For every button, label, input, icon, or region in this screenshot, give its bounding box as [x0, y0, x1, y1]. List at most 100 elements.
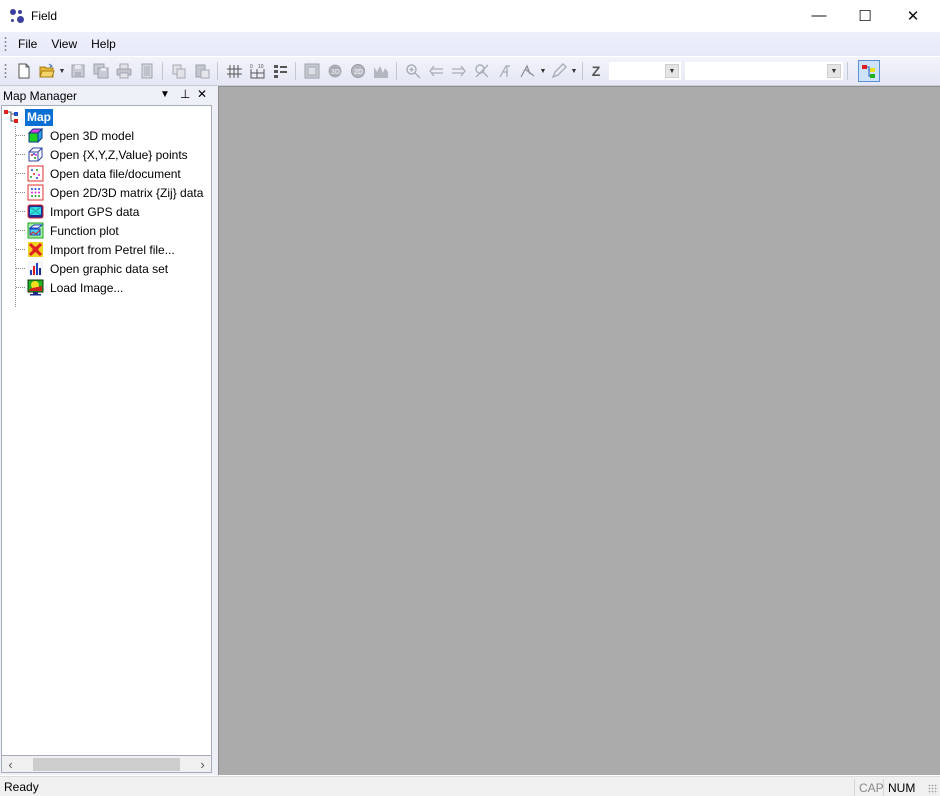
app-logo-icon — [8, 8, 26, 24]
measure-icon — [498, 65, 510, 78]
copy-icon — [172, 64, 185, 79]
paste-icon — [195, 64, 209, 79]
tree-item-load-image[interactable]: Load Image... — [16, 278, 123, 297]
menu-help[interactable]: Help — [85, 37, 124, 51]
horizontal-scrollbar[interactable]: ‹ › — [1, 756, 212, 773]
window-title: Field — [31, 8, 58, 23]
scatter-doc-icon — [27, 165, 44, 182]
tree-item-open-3d-model[interactable]: Open 3D model — [16, 126, 134, 145]
toolbar: ▼ 0 10 3D 2D ▼ ▼ Z ▼ ▼ — [0, 57, 940, 86]
status-text: Ready — [4, 779, 39, 794]
scrollbar-thumb[interactable] — [33, 757, 180, 771]
petrel-icon — [28, 242, 43, 257]
axis-scale-button[interactable]: 0 10 — [246, 60, 268, 82]
maximize-button[interactable]: ☐ — [842, 0, 888, 31]
menu-file[interactable]: File — [12, 37, 45, 51]
frame-button[interactable] — [301, 60, 323, 82]
floppy-stack-icon — [93, 63, 108, 79]
toolbar-separator — [295, 62, 296, 80]
panel-menu-icon[interactable]: ▼ — [160, 89, 170, 100]
globe-2d-icon: 2D — [350, 64, 365, 78]
save-all-button[interactable] — [90, 60, 112, 82]
select-button[interactable] — [517, 60, 539, 82]
minimize-icon: — — [811, 7, 827, 24]
tree-item-import-gps[interactable]: Import GPS data — [16, 202, 139, 221]
toolbar-separator — [582, 62, 583, 80]
chevron-down-icon[interactable]: ▼ — [665, 64, 679, 78]
z-value-combo[interactable]: ▼ — [609, 62, 681, 80]
zoom-button[interactable] — [402, 60, 424, 82]
toolbar-separator — [847, 62, 848, 80]
svg-text:3D: 3D — [331, 69, 340, 76]
draw-dropdown-arrow[interactable]: ▼ — [570, 68, 578, 75]
gps-icon — [27, 204, 44, 219]
minimize-button[interactable]: — — [796, 0, 842, 31]
tree-root-map[interactable]: Map — [4, 108, 53, 126]
z-label: Z — [591, 63, 601, 79]
toolbar-separator — [162, 62, 163, 80]
scroll-left-icon[interactable]: ‹ — [2, 757, 19, 772]
view-2d-button[interactable]: 2D — [347, 60, 369, 82]
map-manager-toggle-button[interactable] — [858, 60, 880, 82]
menubar-grip[interactable] — [4, 36, 7, 52]
tree-root-label: Map — [25, 108, 53, 126]
menu-view[interactable]: View — [45, 37, 85, 51]
print-button[interactable] — [113, 60, 135, 82]
zoom-icon — [405, 64, 421, 79]
panel-header: Map Manager ▼ ⊥ ✕ — [0, 86, 214, 105]
select-dropdown-arrow[interactable]: ▼ — [539, 68, 547, 75]
measure-button[interactable] — [494, 60, 516, 82]
open-button[interactable] — [36, 60, 58, 82]
resize-grip[interactable] — [928, 784, 938, 794]
tree-hierarchy-icon — [4, 110, 18, 123]
tree-item-import-petrel[interactable]: Import from Petrel file... — [16, 240, 175, 259]
draw-button[interactable] — [548, 60, 570, 82]
paste-button[interactable] — [191, 60, 213, 82]
num-indicator: NUM — [883, 779, 919, 796]
map-tree: Map Open 3D model Open {X,Y,Z,Value} poi… — [1, 105, 212, 756]
globe-3d-icon: 3D — [328, 64, 341, 78]
new-doc-icon — [18, 63, 29, 79]
close-icon: ✕ — [906, 7, 920, 25]
map-manager-panel: Map Manager ▼ ⊥ ✕ Map Open 3D model Open… — [0, 86, 214, 775]
tree-item-open-xyz-points[interactable]: Open {X,Y,Z,Value} points — [16, 145, 188, 164]
point-cube-icon — [28, 147, 43, 162]
arrow-left-icon — [428, 65, 443, 77]
copy-button[interactable] — [168, 60, 190, 82]
scroll-right-icon[interactable]: › — [194, 757, 211, 772]
svg-text:10: 10 — [258, 64, 264, 70]
panel-close-icon[interactable]: ✕ — [197, 87, 207, 101]
legend-button[interactable] — [269, 60, 291, 82]
zoom-reset-button[interactable] — [471, 60, 493, 82]
open-dropdown-arrow[interactable]: ▼ — [58, 68, 66, 75]
status-bar: Ready CAP NUM — [0, 776, 940, 796]
chevron-down-icon[interactable]: ▼ — [827, 64, 841, 78]
cube-icon — [27, 127, 44, 144]
image-monitor-icon — [27, 279, 44, 296]
svg-text:0: 0 — [250, 64, 253, 70]
view-3d-button[interactable]: 3D — [324, 60, 346, 82]
back-button[interactable] — [425, 60, 447, 82]
page-view-button[interactable] — [136, 60, 158, 82]
arrow-right-icon — [451, 65, 466, 77]
tree-item-open-graphic-data-set[interactable]: Open graphic data set — [16, 259, 168, 278]
legend-icon — [273, 65, 287, 78]
tree-item-open-data-file[interactable]: Open data file/document — [16, 164, 181, 183]
zoom-cross-icon — [474, 64, 488, 78]
bar-chart-icon — [28, 261, 43, 276]
save-button[interactable] — [67, 60, 89, 82]
pin-icon[interactable]: ⊥ — [180, 87, 190, 101]
tree-item-open-matrix-data[interactable]: Open 2D/3D matrix {Zij} data — [16, 183, 203, 202]
tree-item-function-plot[interactable]: Function plot — [16, 221, 119, 240]
grid-button[interactable] — [223, 60, 245, 82]
cursor-icon — [519, 64, 534, 78]
close-button[interactable]: ✕ — [890, 0, 936, 31]
toolbar-grip[interactable] — [4, 63, 7, 79]
tree-hierarchy-icon — [862, 65, 875, 78]
layer-combo[interactable]: ▼ — [685, 62, 843, 80]
surface-button[interactable] — [370, 60, 392, 82]
title-bar: Field — ☐ ✕ — [0, 0, 940, 31]
new-document-button[interactable] — [13, 60, 35, 82]
page-icon — [141, 63, 152, 79]
forward-button[interactable] — [448, 60, 470, 82]
